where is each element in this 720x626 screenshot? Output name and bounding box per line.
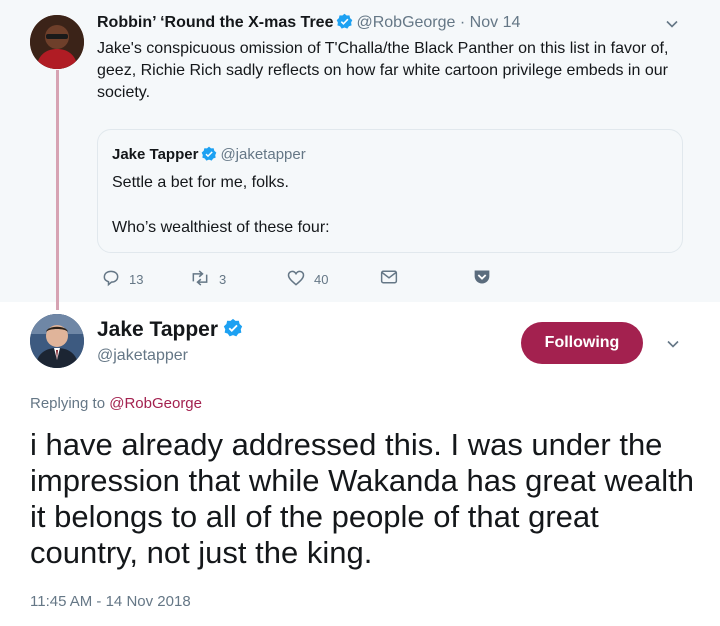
- following-button[interactable]: Following: [521, 322, 643, 364]
- parent-author-name[interactable]: Robbin’ ‘Round the X-mas Tree: [97, 14, 333, 31]
- pocket-button[interactable]: [472, 268, 492, 289]
- parent-handle[interactable]: @RobGeorge: [356, 14, 455, 31]
- parent-date[interactable]: Nov 14: [470, 14, 521, 31]
- tweet-actions: 13 3 40: [97, 268, 697, 292]
- parent-tweet: Robbin’ ‘Round the X-mas Tree @RobGeorge …: [0, 0, 720, 310]
- reply-button[interactable]: 13: [101, 268, 143, 291]
- chevron-down-icon[interactable]: [665, 336, 681, 357]
- avatar-robgeorge[interactable]: [30, 15, 84, 69]
- retweet-button[interactable]: 3: [189, 268, 226, 291]
- quoted-handle: @jaketapper: [220, 146, 306, 163]
- retweet-icon: [189, 268, 211, 291]
- replying-prefix: Replying to: [30, 395, 106, 412]
- main-author-name[interactable]: Jake Tapper: [97, 318, 246, 344]
- like-icon: [286, 268, 306, 291]
- main-tweet-text: i have already addressed this. I was und…: [30, 427, 694, 570]
- header-separator: ·: [459, 14, 466, 31]
- replying-handle-link[interactable]: @RobGeorge: [109, 395, 202, 412]
- like-button[interactable]: 40: [286, 268, 328, 291]
- verified-badge-icon: [223, 318, 243, 344]
- verified-badge-icon: [336, 13, 353, 35]
- reply-icon: [101, 268, 121, 291]
- replying-to: Replying to @RobGeorge: [30, 395, 202, 412]
- direct-message-icon: [379, 268, 399, 289]
- quoted-text-line-1: Settle a bet for me, folks.: [112, 174, 289, 191]
- quoted-tweet-header: Jake Tapper @jaketapper: [112, 146, 306, 166]
- verified-badge-icon: [201, 146, 217, 166]
- tweet-timestamp[interactable]: 11:45 AM - 14 Nov 2018: [30, 593, 191, 610]
- main-handle[interactable]: @jaketapper: [97, 347, 188, 365]
- reply-count: 13: [129, 272, 144, 287]
- parent-tweet-text: Jake's conspicuous omission of T'Challa/…: [97, 40, 669, 101]
- main-author-name-text[interactable]: Jake Tapper: [97, 318, 218, 341]
- avatar-jaketapper[interactable]: [30, 314, 84, 368]
- direct-message-button[interactable]: [379, 268, 399, 289]
- quoted-text-line-2: Who’s wealthiest of these four:: [112, 219, 330, 236]
- chevron-down-icon[interactable]: [664, 16, 680, 37]
- parent-tweet-header: Robbin’ ‘Round the X-mas Tree @RobGeorge …: [97, 13, 520, 35]
- quoted-tweet[interactable]: Jake Tapper @jaketapper Settle a bet for …: [97, 129, 683, 253]
- pocket-icon: [472, 268, 492, 289]
- thread-connector-line: [56, 70, 59, 310]
- like-count: 40: [314, 272, 329, 287]
- quoted-author-name: Jake Tapper: [112, 146, 199, 163]
- retweet-count: 3: [219, 272, 227, 287]
